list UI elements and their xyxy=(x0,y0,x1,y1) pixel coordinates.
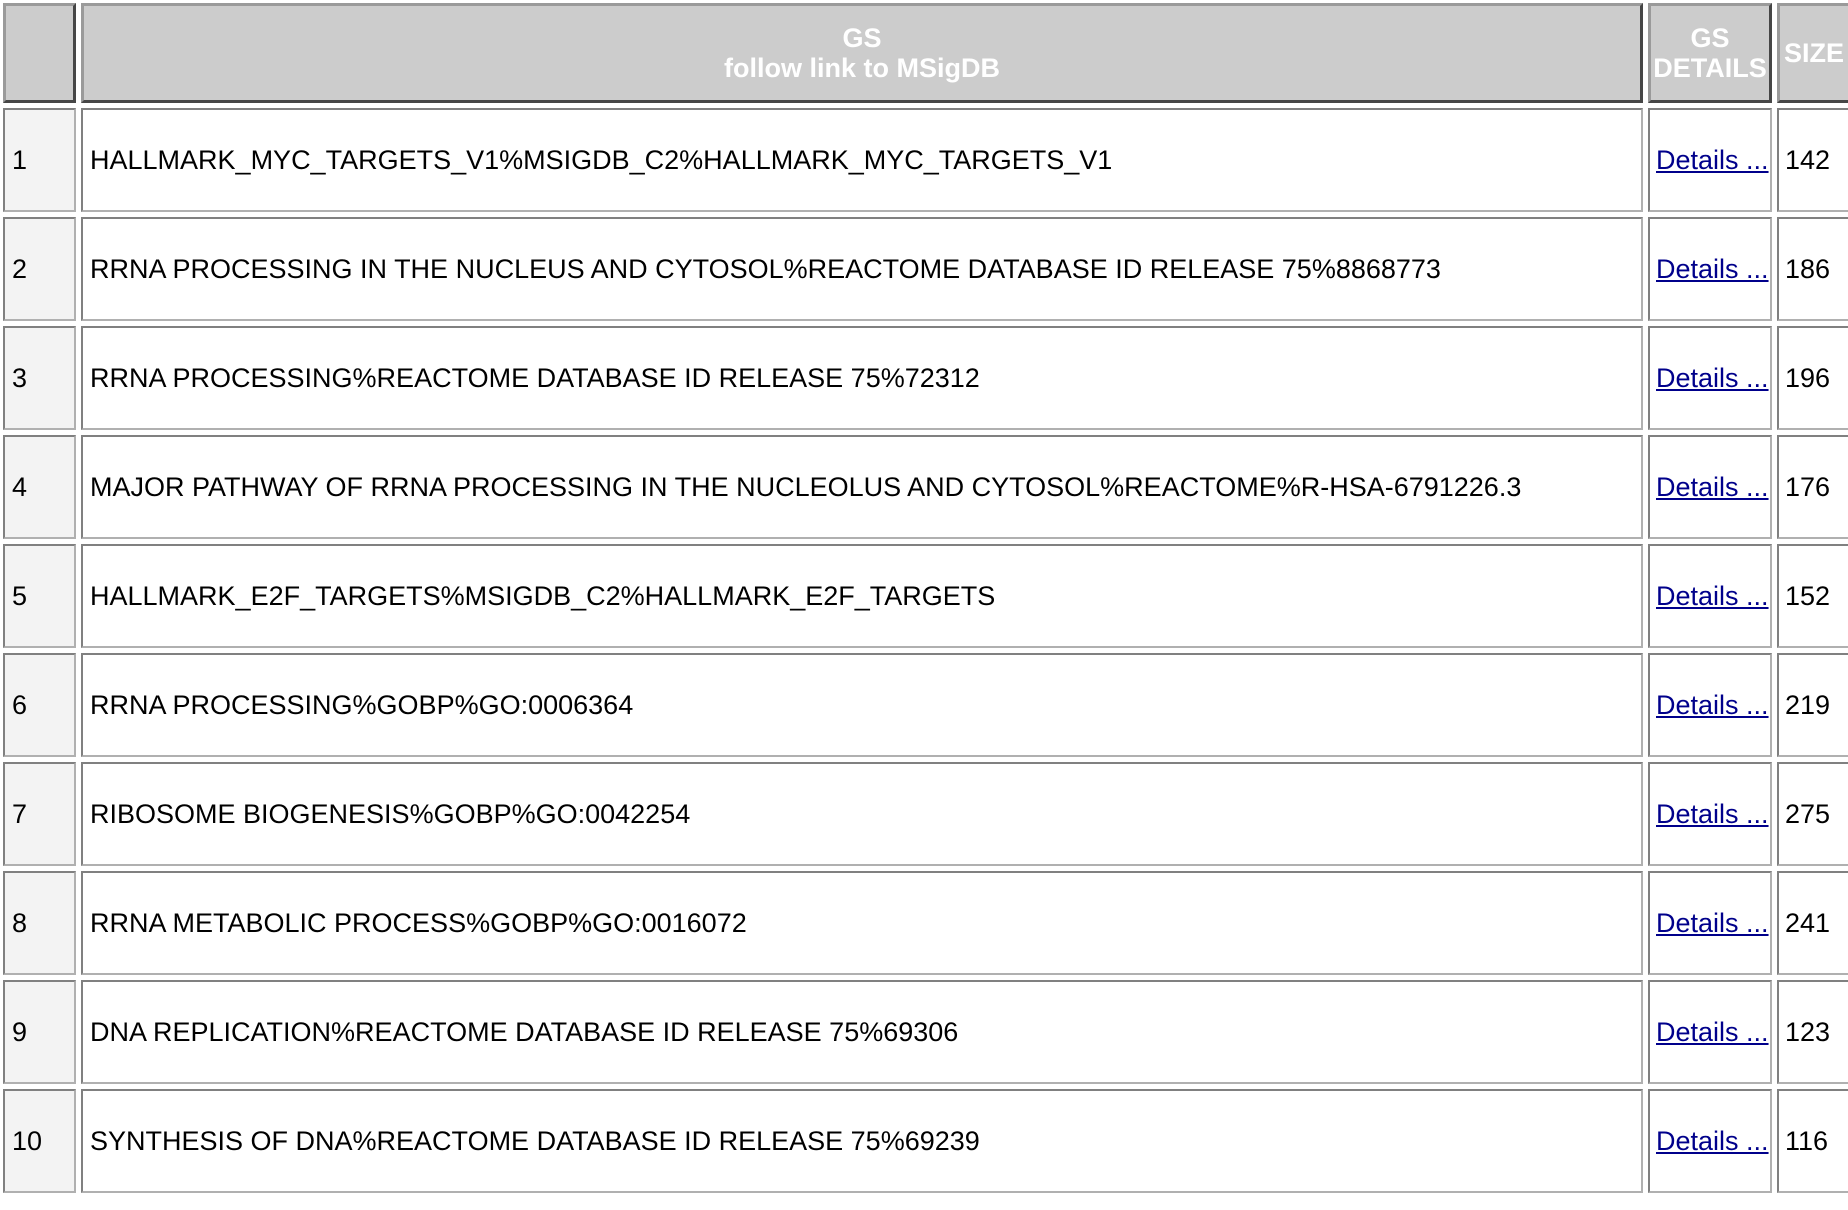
table-row: 3 RRNA PROCESSING%REACTOME DATABASE ID RE… xyxy=(3,326,1848,430)
gene-set-name: HALLMARK_MYC_TARGETS_V1%MSIGDB_C2%HALLMA… xyxy=(81,108,1643,212)
header-details-line2: DETAILS xyxy=(1653,53,1767,83)
table-row: 7 RIBOSOME BIOGENESIS%GOBP%GO:0042254 Deta… xyxy=(3,762,1848,866)
gene-set-name: RRNA PROCESSING IN THE NUCLEUS AND CYTOS… xyxy=(81,217,1643,321)
header-gs-subtitle: follow link to MSigDB xyxy=(724,53,1000,83)
details-cell: Details ... xyxy=(1648,980,1772,1084)
header-details-line1: GS xyxy=(1690,23,1730,53)
details-link[interactable]: Details ... xyxy=(1656,799,1769,829)
header-gs-title: GS xyxy=(842,23,882,53)
gene-set-name: DNA REPLICATION%REACTOME DATABASE ID REL… xyxy=(81,980,1643,1084)
row-rank: 6 xyxy=(3,653,76,757)
gene-set-name: MAJOR PATHWAY OF RRNA PROCESSING IN THE … xyxy=(81,435,1643,539)
row-rank: 7 xyxy=(3,762,76,866)
details-cell: Details ... xyxy=(1648,871,1772,975)
header-rank xyxy=(3,3,76,103)
details-link[interactable]: Details ... xyxy=(1656,1017,1769,1047)
table-row: 2 RRNA PROCESSING IN THE NUCLEUS AND CYTO… xyxy=(3,217,1848,321)
row-rank: 1 xyxy=(3,108,76,212)
gene-set-size: 275 xyxy=(1777,762,1848,866)
details-link[interactable]: Details ... xyxy=(1656,254,1769,284)
table-row: 6 RRNA PROCESSING%GOBP%GO:0006364 Details … xyxy=(3,653,1848,757)
header-row: GS follow link to MSigDB GS DETAILS SIZE xyxy=(3,3,1848,103)
details-cell: Details ... xyxy=(1648,326,1772,430)
details-link[interactable]: Details ... xyxy=(1656,690,1769,720)
header-gs: GS follow link to MSigDB xyxy=(81,3,1643,103)
details-cell: Details ... xyxy=(1648,217,1772,321)
row-rank: 10 xyxy=(3,1089,76,1193)
table-row: 1 HALLMARK_MYC_TARGETS_V1%MSIGDB_C2%HALLM… xyxy=(3,108,1848,212)
details-link[interactable]: Details ... xyxy=(1656,1126,1769,1156)
gene-set-size: 196 xyxy=(1777,326,1848,430)
gene-set-name: RRNA PROCESSING%GOBP%GO:0006364 xyxy=(81,653,1643,757)
row-rank: 9 xyxy=(3,980,76,1084)
header-size: SIZE xyxy=(1777,3,1848,103)
details-link[interactable]: Details ... xyxy=(1656,363,1769,393)
details-link[interactable]: Details ... xyxy=(1656,145,1769,175)
gene-set-name: RIBOSOME BIOGENESIS%GOBP%GO:0042254 xyxy=(81,762,1643,866)
row-rank: 5 xyxy=(3,544,76,648)
table-row: 4 MAJOR PATHWAY OF RRNA PROCESSING IN THE… xyxy=(3,435,1848,539)
gene-set-size: 152 xyxy=(1777,544,1848,648)
gene-set-table: GS follow link to MSigDB GS DETAILS SIZE… xyxy=(0,0,1848,1198)
table-row: 8 RRNA METABOLIC PROCESS%GOBP%GO:0016072 D… xyxy=(3,871,1848,975)
details-link[interactable]: Details ... xyxy=(1656,581,1769,611)
gene-set-name: RRNA METABOLIC PROCESS%GOBP%GO:0016072 xyxy=(81,871,1643,975)
gene-set-name: HALLMARK_E2F_TARGETS%MSIGDB_C2%HALLMARK_… xyxy=(81,544,1643,648)
gene-set-size: 219 xyxy=(1777,653,1848,757)
gene-set-name: RRNA PROCESSING%REACTOME DATABASE ID REL… xyxy=(81,326,1643,430)
gene-set-size: 123 xyxy=(1777,980,1848,1084)
gene-set-size: 116 xyxy=(1777,1089,1848,1193)
row-rank: 8 xyxy=(3,871,76,975)
table-row: 10 SYNTHESIS OF DNA%REACTOME DATABASE ID … xyxy=(3,1089,1848,1193)
table-row: 5 HALLMARK_E2F_TARGETS%MSIGDB_C2%HALLMARK… xyxy=(3,544,1848,648)
row-rank: 2 xyxy=(3,217,76,321)
row-rank: 4 xyxy=(3,435,76,539)
details-cell: Details ... xyxy=(1648,762,1772,866)
details-cell: Details ... xyxy=(1648,1089,1772,1193)
details-cell: Details ... xyxy=(1648,653,1772,757)
table-body: 1 HALLMARK_MYC_TARGETS_V1%MSIGDB_C2%HALLM… xyxy=(3,108,1848,1193)
gene-set-size: 241 xyxy=(1777,871,1848,975)
gene-set-name: SYNTHESIS OF DNA%REACTOME DATABASE ID RE… xyxy=(81,1089,1643,1193)
details-cell: Details ... xyxy=(1648,544,1772,648)
details-link[interactable]: Details ... xyxy=(1656,472,1769,502)
details-cell: Details ... xyxy=(1648,435,1772,539)
row-rank: 3 xyxy=(3,326,76,430)
details-cell: Details ... xyxy=(1648,108,1772,212)
gene-set-size: 176 xyxy=(1777,435,1848,539)
header-gs-details: GS DETAILS xyxy=(1648,3,1772,103)
table-row: 9 DNA REPLICATION%REACTOME DATABASE ID RE… xyxy=(3,980,1848,1084)
details-link[interactable]: Details ... xyxy=(1656,908,1769,938)
gene-set-size: 186 xyxy=(1777,217,1848,321)
gene-set-size: 142 xyxy=(1777,108,1848,212)
